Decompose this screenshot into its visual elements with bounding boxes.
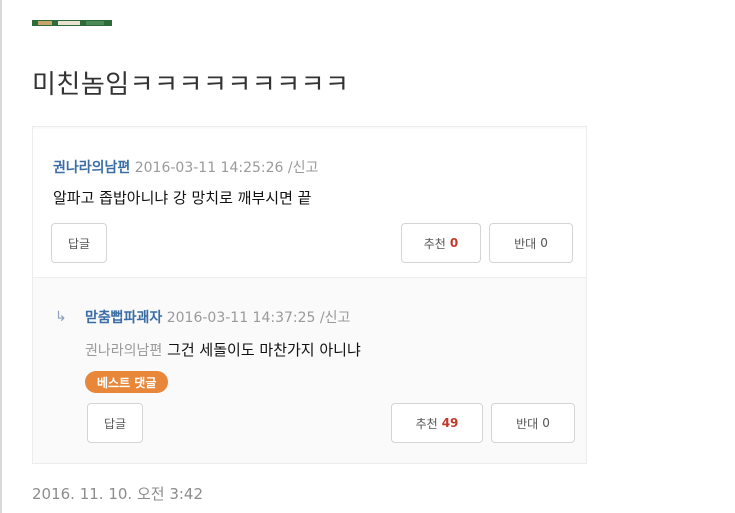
comment-date: 2016-03-11 14:37:25 [166, 310, 316, 326]
comment-text: 알파고 좁밥아니냐 강 망치로 깨부시면 끝 [53, 189, 312, 207]
comment-author[interactable]: 권나라의남편 [53, 160, 130, 176]
upvote-button[interactable]: 추천 0 [401, 223, 481, 263]
comment-date: 2016-03-11 14:25:26 [134, 160, 284, 176]
report-link[interactable]: 신고 [325, 310, 351, 326]
reply-button-label: 답글 [67, 236, 91, 251]
comment-list: 권나라의남편 2016-03-11 14:25:26 /신고 알파고 좁밥아니냐… [32, 126, 587, 464]
reply-arrow-icon: ↳ [55, 309, 67, 325]
downvote-count: 0 [542, 416, 550, 430]
comment-item: 권나라의남편 2016-03-11 14:25:26 /신고 알파고 좁밥아니냐… [33, 129, 586, 278]
reply-button-label: 답글 [103, 416, 127, 431]
upvote-button[interactable]: 추천 49 [391, 403, 483, 443]
reply-comment-item: ↳ 맏춤뻡파괘자 2016-03-11 14:37:25 /신고 권나라의남편 … [33, 285, 586, 463]
post-title: 미친놈임ㅋㅋㅋㅋㅋㅋㅋㅋㅋ [32, 70, 350, 100]
best-comment-badge: 베스트 댓글 [85, 371, 169, 393]
left-border [0, 0, 2, 513]
downvote-count: 0 [540, 236, 548, 250]
upvote-label: 추천 [423, 236, 446, 251]
downvote-button[interactable]: 반대 0 [489, 223, 573, 263]
reply-button[interactable]: 답글 [51, 223, 107, 263]
comment-author[interactable]: 맏춤뻡파괘자 [85, 310, 162, 326]
comment-text: 그건 세돌이도 마찬가지 아니냐 [167, 341, 361, 359]
downvote-button[interactable]: 반대 0 [491, 403, 575, 443]
downvote-label: 반대 [516, 416, 539, 431]
upvote-count: 49 [441, 416, 459, 430]
downvote-label: 반대 [514, 236, 537, 251]
upvote-label: 추천 [415, 416, 438, 431]
reply-to-user: 권나라의남편 [85, 343, 163, 359]
upvote-count: 0 [449, 236, 459, 250]
report-link[interactable]: 신고 [293, 160, 319, 176]
logo-image [32, 20, 112, 26]
post-timestamp: 2016. 11. 10. 오전 3:42 [32, 485, 204, 503]
reply-button[interactable]: 답글 [87, 403, 143, 443]
